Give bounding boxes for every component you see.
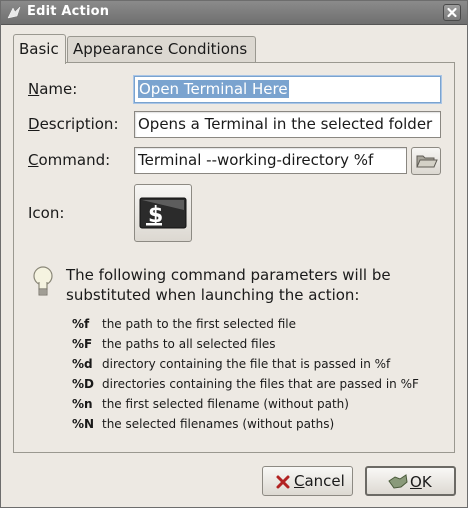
tab-basic[interactable]: Basic (13, 34, 66, 64)
folder-open-icon (416, 155, 438, 168)
param-code: %f (72, 317, 90, 331)
param-desc: the paths to all selected files (102, 337, 276, 351)
name-input[interactable]: Open Terminal Here (134, 76, 441, 103)
edit-action-dialog: Edit Action Basic Appearance Conditions … (0, 0, 468, 508)
tab-appearance-conditions[interactable]: Appearance Conditions (67, 36, 256, 63)
titlebar[interactable]: Edit Action (1, 1, 467, 25)
command-label: Command: (28, 151, 111, 169)
cancel-icon (276, 475, 290, 489)
tab-panel-basic: Name: Open Terminal Here Description: Op… (13, 62, 455, 453)
param-code: %n (72, 397, 93, 411)
param-desc: the path to the first selected file (102, 317, 296, 331)
param-code: %d (72, 357, 93, 371)
terminal-icon: $ (139, 197, 187, 229)
ok-button[interactable]: OK (365, 466, 456, 496)
cancel-label: Cancel (294, 472, 345, 490)
close-button[interactable] (443, 4, 461, 21)
description-input[interactable]: Opens a Terminal in the selected folder (134, 111, 441, 138)
param-desc: directory containing the file that is pa… (102, 357, 391, 371)
param-code: %D (72, 377, 94, 391)
param-code: %F (72, 337, 93, 351)
param-desc: directories containing the files that ar… (102, 377, 419, 391)
cancel-button[interactable]: Cancel (262, 466, 353, 496)
param-desc: the selected filenames (without paths) (102, 417, 335, 431)
param-desc: the first selected filename (without pat… (102, 397, 349, 411)
icon-label: Icon: (28, 204, 65, 222)
lightbulb-icon (33, 266, 53, 296)
command-input[interactable]: Terminal --working-directory %f (134, 147, 407, 174)
param-code: %N (72, 417, 95, 431)
description-label: Description: (28, 115, 119, 133)
close-icon (447, 7, 457, 18)
name-value: Open Terminal Here (138, 80, 289, 98)
window-title: Edit Action (27, 4, 110, 19)
icon-picker-button[interactable]: $ (134, 184, 192, 242)
ok-label: OK (410, 473, 432, 491)
browse-button[interactable] (411, 147, 441, 175)
name-label: Name: (28, 80, 78, 98)
app-icon (7, 6, 21, 19)
params-intro-text: The following command parameters will be… (66, 266, 391, 304)
ok-icon (388, 474, 408, 489)
